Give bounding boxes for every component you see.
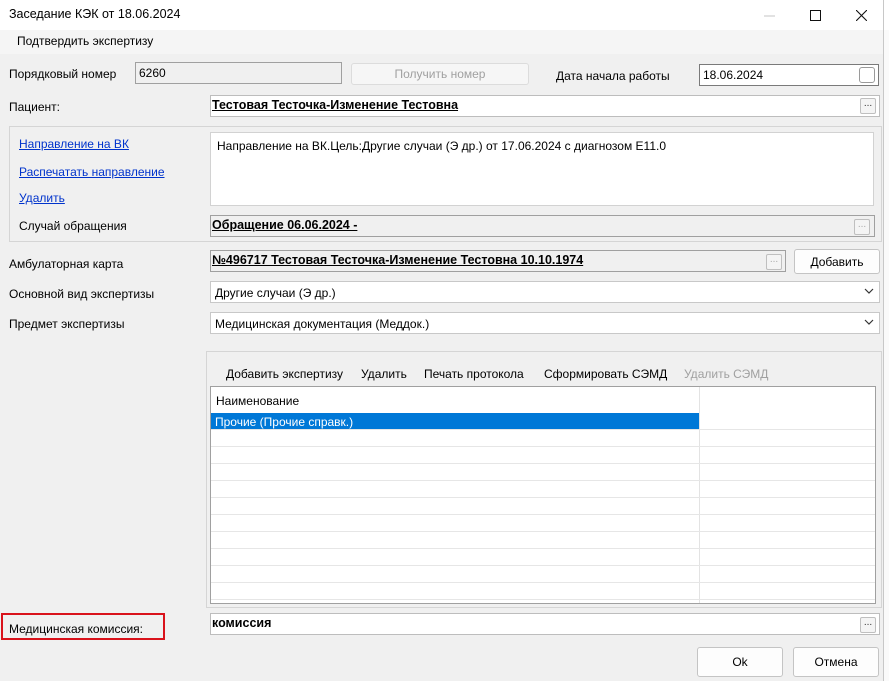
commission-field[interactable]: комиссия ... — [210, 613, 880, 635]
commission-value: комиссия — [212, 616, 272, 630]
commission-select-button[interactable]: ... — [860, 617, 876, 633]
add-amb-card-button[interactable]: Добавить — [794, 249, 880, 274]
maximize-button[interactable] — [792, 0, 838, 30]
minimize-button[interactable] — [746, 0, 792, 30]
confirm-expertise-menu-item[interactable]: Подтвердить экспертизу — [17, 34, 153, 48]
start-date-field[interactable]: 18.06.2024 — [699, 64, 879, 86]
chevron-down-icon — [864, 319, 874, 325]
amb-card-label: Амбулаторная карта — [9, 257, 124, 271]
patient-field[interactable]: Тестовая Тесточка-Изменение Тестовна ... — [210, 95, 880, 117]
amb-card-select-button[interactable]: ... — [766, 254, 782, 270]
case-label: Случай обращения — [19, 219, 127, 233]
delete-referral-link[interactable]: Удалить — [19, 191, 65, 205]
patient-label: Пациент: — [9, 100, 61, 114]
seq-number-label: Порядковый номер — [9, 67, 117, 81]
amb-card-value: №496717 Тестовая Тесточка-Изменение Тест… — [212, 253, 584, 267]
maximize-icon — [809, 9, 821, 21]
delete-expertise-button[interactable]: Удалить — [361, 367, 407, 381]
table-row[interactable] — [211, 430, 875, 447]
table-row[interactable] — [211, 447, 875, 464]
form-semd-button[interactable]: Сформировать СЭМД — [544, 367, 667, 381]
patient-value: Тестовая Тесточка-Изменение Тестовна — [212, 98, 459, 112]
cancel-button[interactable]: Отмена — [793, 647, 879, 677]
table-row[interactable] — [211, 413, 875, 430]
table-row[interactable] — [211, 532, 875, 549]
case-value: Обращение 06.06.2024 - — [212, 218, 358, 232]
referral-link[interactable]: Направление на ВК — [19, 137, 129, 151]
exam-subject-value: Медицинская документация (Меддок.) — [215, 317, 430, 331]
start-date-value: 18.06.2024 — [703, 68, 764, 82]
case-select-button[interactable]: ... — [854, 219, 870, 235]
exam-type-label: Основной вид экспертизы — [9, 287, 155, 301]
add-expertise-button[interactable]: Добавить экспертизу — [226, 367, 343, 381]
get-number-button[interactable]: Получить номер — [351, 63, 529, 85]
exam-type-value: Другие случаи (Э др.) — [215, 286, 336, 300]
table-row[interactable] — [211, 498, 875, 515]
minimize-icon — [763, 15, 775, 16]
table-row[interactable] — [211, 583, 875, 600]
commission-label: Медицинская комиссия: — [9, 622, 144, 636]
table-row[interactable] — [211, 481, 875, 498]
window-title: Заседание КЭК от 18.06.2024 — [9, 7, 181, 21]
table-row[interactable] — [211, 464, 875, 481]
menu-bar: Подтвердить экспертизу — [0, 30, 883, 54]
table-row[interactable] — [211, 566, 875, 583]
expertise-grid[interactable]: Наименование Прочие (Прочие справк.) — [210, 386, 876, 604]
close-icon — [855, 9, 867, 21]
start-date-label: Дата начала работы — [556, 69, 670, 83]
dialog-window: Заседание КЭК от 18.06.2024 Подтвердить … — [0, 0, 884, 681]
grid-header-name: Наименование — [216, 394, 300, 408]
table-row[interactable] — [211, 515, 875, 532]
exam-subject-label: Предмет экспертизы — [9, 317, 125, 331]
seq-number-value: 6260 — [139, 66, 166, 80]
referral-text-box: Направление на ВК.Цель:Другие случаи (Э … — [210, 132, 874, 206]
referral-text: Направление на ВК.Цель:Другие случаи (Э … — [217, 139, 666, 153]
exam-type-combo[interactable]: Другие случаи (Э др.) — [210, 281, 880, 303]
ok-button[interactable]: Ok — [697, 647, 783, 677]
print-referral-link[interactable]: Распечатать направление — [19, 165, 165, 179]
delete-semd-button[interactable]: Удалить СЭМД — [684, 367, 768, 381]
date-picker-checkbox[interactable] — [859, 67, 875, 83]
exam-subject-combo[interactable]: Медицинская документация (Меддок.) — [210, 312, 880, 334]
chevron-down-icon — [864, 288, 874, 294]
patient-select-button[interactable]: ... — [860, 98, 876, 114]
close-button[interactable] — [838, 0, 884, 30]
amb-card-field[interactable]: №496717 Тестовая Тесточка-Изменение Тест… — [210, 250, 786, 272]
seq-number-field: 6260 — [135, 62, 342, 84]
table-row[interactable] — [211, 549, 875, 566]
title-bar: Заседание КЭК от 18.06.2024 — [0, 0, 883, 30]
print-protocol-button[interactable]: Печать протокола — [424, 367, 524, 381]
case-field[interactable]: Обращение 06.06.2024 - ... — [210, 215, 875, 237]
